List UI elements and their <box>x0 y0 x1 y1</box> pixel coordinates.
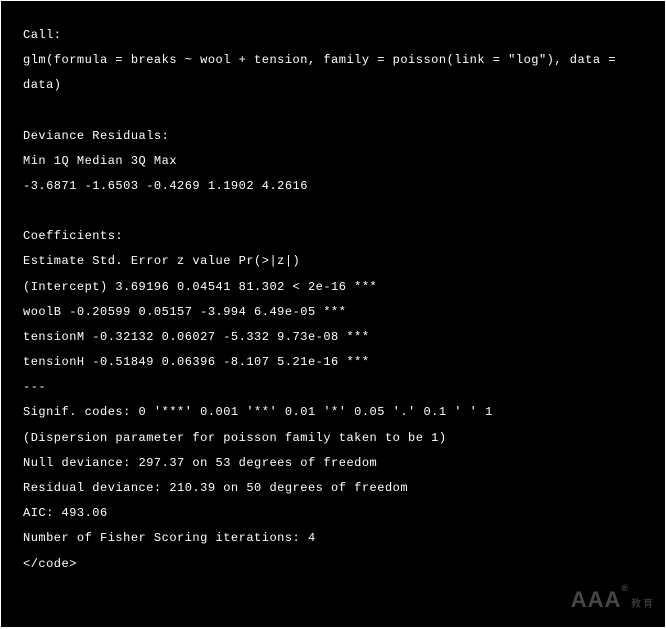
output-line: </code> <box>23 552 643 577</box>
output-line: Number of Fisher Scoring iterations: 4 <box>23 526 643 551</box>
output-line: tensionM -0.32132 0.06027 -5.332 9.73e-0… <box>23 325 643 350</box>
code-output-block: Call: glm(formula = breaks ~ wool + tens… <box>1 1 665 627</box>
watermark-text: AAA <box>571 587 622 612</box>
output-line: glm(formula = breaks ~ wool + tension, f… <box>23 48 643 98</box>
output-line: --- <box>23 375 643 400</box>
output-line: Deviance Residuals: <box>23 124 643 149</box>
blank-line <box>23 199 643 224</box>
output-line: woolB -0.20599 0.05157 -3.994 6.49e-05 *… <box>23 300 643 325</box>
watermark-logo: AAA®教育 <box>571 577 655 623</box>
blank-line <box>23 99 643 124</box>
output-line: tensionH -0.51849 0.06396 -8.107 5.21e-1… <box>23 350 643 375</box>
registered-icon: ® <box>621 583 629 593</box>
output-line: AIC: 493.06 <box>23 501 643 526</box>
output-line: Residual deviance: 210.39 on 50 degrees … <box>23 476 643 501</box>
output-line: Estimate Std. Error z value Pr(>|z|) <box>23 249 643 274</box>
output-line: Signif. codes: 0 '***' 0.001 '**' 0.01 '… <box>23 400 643 425</box>
output-line: Coefficients: <box>23 224 643 249</box>
output-line: -3.6871 -1.6503 -0.4269 1.1902 4.2616 <box>23 174 643 199</box>
watermark-subtext: 教育 <box>631 599 655 610</box>
output-line: Null deviance: 297.37 on 53 degrees of f… <box>23 451 643 476</box>
output-line: Call: <box>23 23 643 48</box>
output-line: (Intercept) 3.69196 0.04541 81.302 < 2e-… <box>23 275 643 300</box>
output-line: Min 1Q Median 3Q Max <box>23 149 643 174</box>
output-line: (Dispersion parameter for poisson family… <box>23 426 643 451</box>
